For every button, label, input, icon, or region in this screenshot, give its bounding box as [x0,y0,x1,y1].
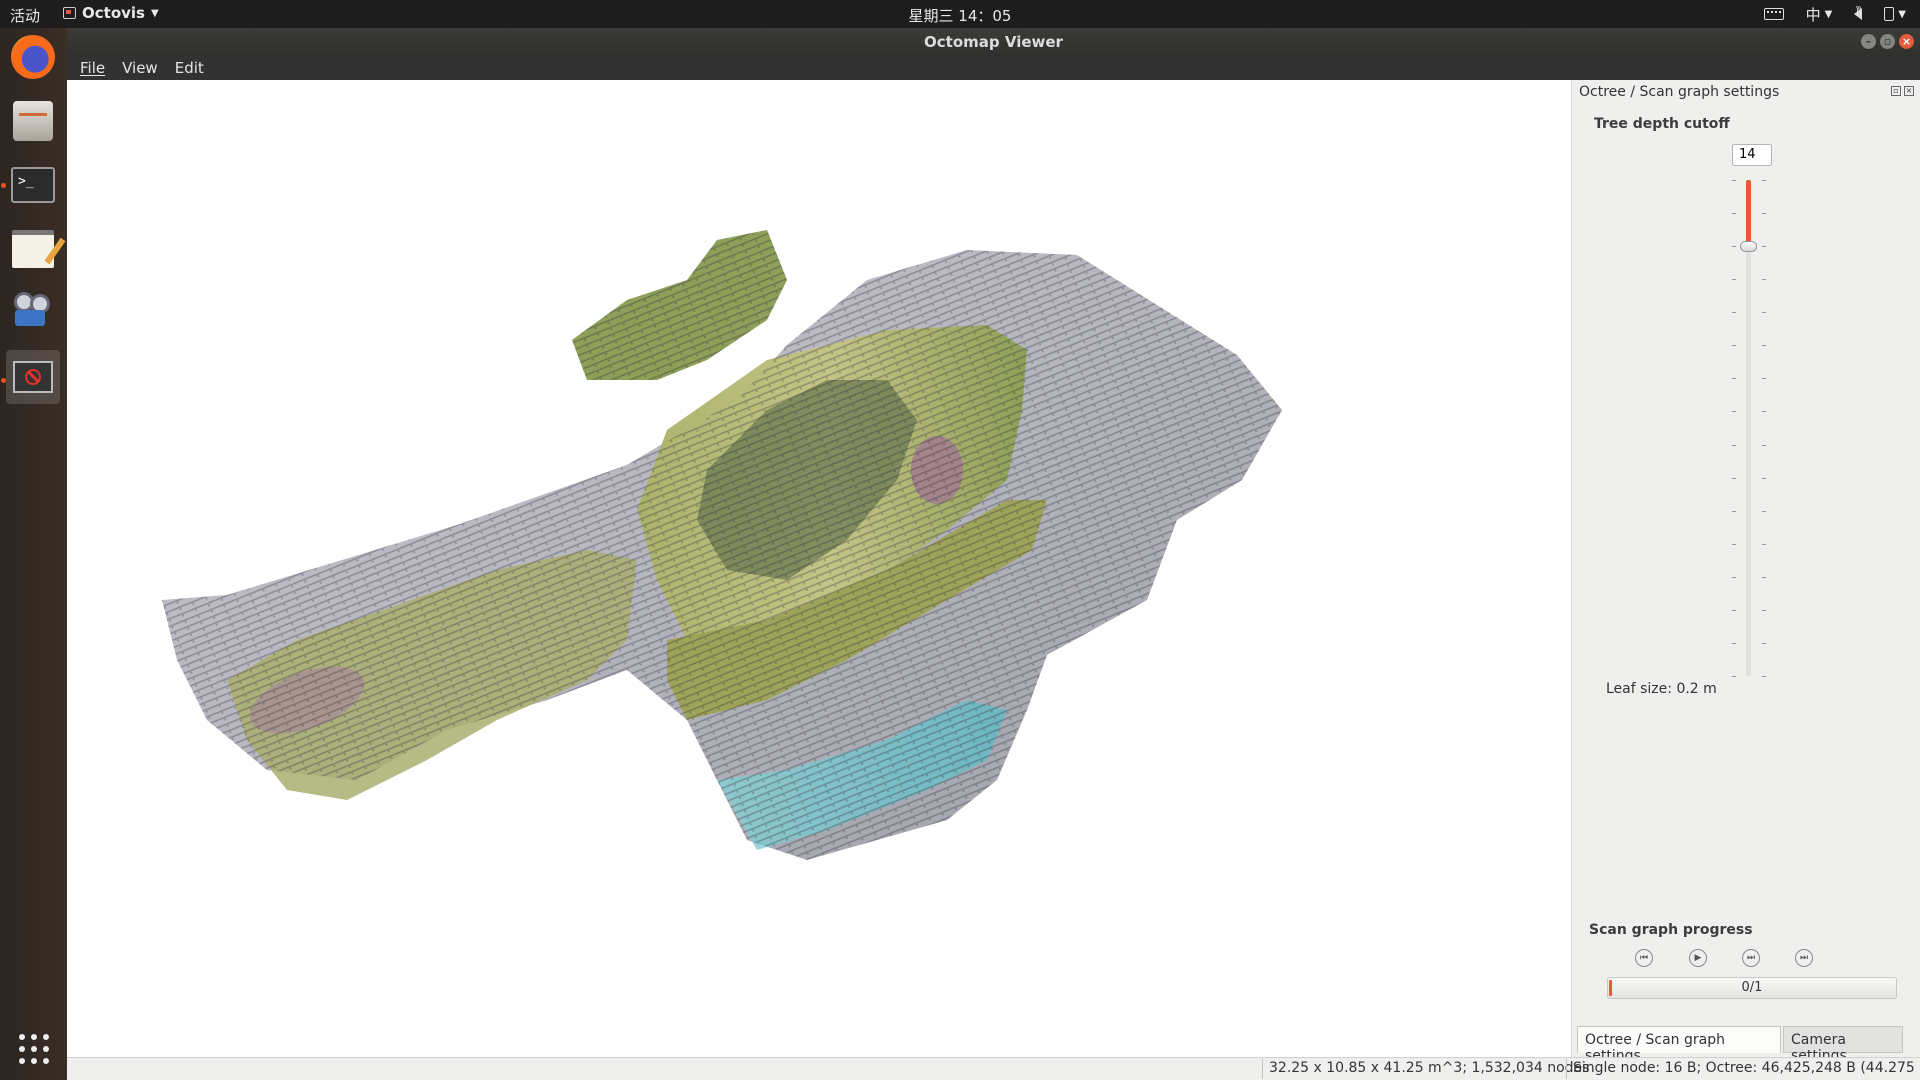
leaf-size-label: Leaf size: 0.2 m [1606,681,1717,697]
play-icon[interactable]: ▶ [1689,949,1707,967]
dock: >_ [0,28,67,1080]
tree-depth-slider-handle[interactable] [1740,241,1757,253]
menu-bar: File View Edit [67,56,1920,80]
slider-fill [1746,180,1751,247]
speaker-icon [1854,6,1863,20]
octomap-3d-viewport[interactable] [67,80,1571,1057]
slider-tick [1762,180,1766,181]
menu-file[interactable]: File [80,59,105,77]
chevron-down-icon: ▼ [1824,8,1833,20]
dock-video-editor[interactable] [6,286,60,340]
dock-firefox[interactable] [6,30,60,84]
slider-tick [1762,411,1766,413]
window-title: Octomap Viewer [924,33,1063,51]
octovis-app-icon [63,7,76,19]
scan-progress-label: Scan graph progress [1589,922,1753,938]
slider-tick [1732,576,1736,578]
octomap-render [162,230,1282,860]
keyboard-indicator[interactable] [1763,8,1784,20]
slider-tick [1762,510,1766,512]
slider-tick [1732,378,1736,380]
file-manager-icon [13,101,53,141]
slider-tick [1762,345,1766,347]
slider-tick [1762,378,1766,380]
status-dimensions: 32.25 x 10.85 x 41.25 m^3; 1,532,034 nod… [1262,1059,1595,1079]
activities-button[interactable]: 活动 [10,5,40,26]
video-editor-icon [12,292,54,334]
slider-tick [1732,279,1736,281]
firefox-icon [11,35,55,79]
step-forward-icon[interactable]: ⏭ [1742,949,1760,967]
slider-tick [1732,180,1736,181]
close-button[interactable]: × [1899,34,1914,49]
dock-octovis[interactable] [6,350,60,404]
window-title-bar[interactable]: Octomap Viewer – ▫ × [67,28,1920,56]
keyboard-icon [1763,8,1784,20]
skip-to-end-icon[interactable]: ⏭ [1795,949,1813,967]
menu-edit[interactable]: Edit [175,59,204,77]
dock-files[interactable] [6,94,60,148]
slider-tick [1762,676,1766,677]
slider-tick [1762,576,1766,578]
slider-tick [1762,609,1766,611]
clock[interactable]: 星期三 14：05 [0,5,1920,26]
slider-tick [1732,213,1736,215]
top-bar: 活动 Octovis ▼ 星期三 14：05 中 ▼ ▼ [0,0,1920,28]
slider-tick [1732,444,1736,446]
status-memory: Single node: 16 B; Octree: 46,425,248 B … [1566,1059,1920,1079]
slider-tick [1762,312,1766,314]
slider-tick [1762,477,1766,479]
app-menu[interactable]: Octovis ▼ [63,4,159,22]
slider-tick [1762,246,1766,248]
float-panel-button[interactable]: ▫ [1891,86,1901,96]
skip-to-start-icon[interactable]: ⏮ [1635,949,1653,967]
slider-tick [1732,543,1736,545]
dock-text-editor[interactable] [6,222,60,276]
system-tray: 中 ▼ ▼ [1763,3,1920,25]
chevron-down-icon: ▼ [150,7,159,19]
slider-tick [1732,477,1736,479]
octovis-icon [13,361,53,393]
slider-tick [1732,642,1736,644]
tree-depth-label: Tree depth cutoff [1594,116,1730,132]
slider-tick [1732,510,1736,512]
panel-title: Octree / Scan graph settings [1579,84,1780,100]
terminal-icon: >_ [11,167,55,203]
tab-camera-settings[interactable]: Camera settings [1783,1026,1903,1064]
slider-tick [1732,676,1736,677]
battery-icon [1884,7,1895,21]
slider-tick [1762,543,1766,545]
chevron-down-icon: ▼ [1898,8,1906,20]
slider-tick [1762,642,1766,644]
tree-depth-spinbox[interactable]: 14 [1732,144,1772,166]
settings-dock-panel: Octree / Scan graph settings ▫ × Tree de… [1571,80,1920,1064]
slider-tick [1732,411,1736,413]
progress-text: 0/1 [1741,980,1763,995]
status-bar: 32.25 x 10.85 x 41.25 m^3; 1,532,034 nod… [67,1057,1920,1080]
slider-tick [1732,609,1736,611]
slider-tick [1762,444,1766,446]
slider-tick [1732,246,1736,248]
tree-depth-slider[interactable] [1746,180,1751,676]
show-applications-icon[interactable] [19,1034,49,1064]
input-method-indicator[interactable]: 中 ▼ [1806,4,1833,25]
input-method-label: 中 [1805,5,1821,24]
close-panel-button[interactable]: × [1904,86,1914,96]
slider-tick [1762,213,1766,215]
minimize-button[interactable]: – [1861,34,1876,49]
app-menu-label: Octovis [82,4,145,22]
slider-tick [1732,312,1736,314]
power-indicator[interactable]: ▼ [1884,7,1906,21]
slider-tick [1762,279,1766,281]
text-editor-icon [12,230,54,268]
menu-view[interactable]: View [122,59,158,77]
maximize-button[interactable]: ▫ [1880,34,1895,49]
slider-tick [1732,345,1736,347]
dock-terminal[interactable]: >_ [6,158,60,212]
tab-octree-settings[interactable]: Octree / Scan graph settings [1577,1026,1781,1064]
scan-progress-bar: 0/1 [1607,977,1897,999]
volume-indicator[interactable] [1854,6,1863,20]
